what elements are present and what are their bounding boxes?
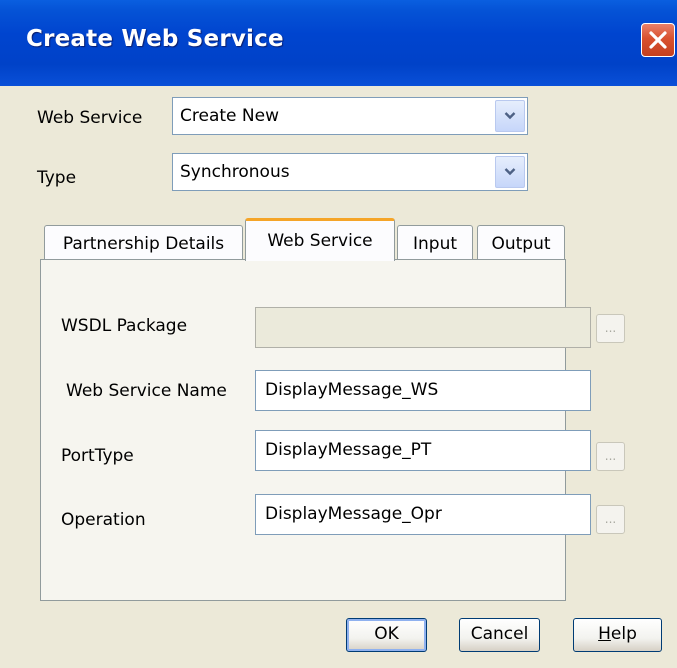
wsdl-package-label: WSDL Package xyxy=(61,316,188,336)
web-service-name-field[interactable]: DisplayMessage_WS xyxy=(255,370,591,411)
port-type-browse-button: ... xyxy=(596,442,625,471)
ok-button[interactable]: OK xyxy=(346,618,427,652)
operation-browse-button: ... xyxy=(596,505,625,534)
port-type-label: PortType xyxy=(61,446,134,466)
port-type-value: DisplayMessage_PT xyxy=(265,440,432,460)
operation-value: DisplayMessage_Opr xyxy=(265,504,442,524)
title-bar[interactable]: Create Web Service xyxy=(0,0,677,86)
chevron-down-icon xyxy=(504,112,516,120)
help-mnemonic: H xyxy=(598,624,611,644)
type-select[interactable]: Synchronous xyxy=(172,153,528,191)
web-service-select-value: Create New xyxy=(180,106,279,126)
operation-label: Operation xyxy=(61,510,146,530)
help-label-rest: elp xyxy=(610,624,637,644)
window-title: Create Web Service xyxy=(26,26,284,52)
tab-web-service[interactable]: Web Service xyxy=(245,218,395,261)
tab-input[interactable]: Input xyxy=(397,225,473,260)
cancel-button[interactable]: Cancel xyxy=(459,618,540,652)
wsdl-package-field xyxy=(255,307,591,348)
tab-label: Output xyxy=(491,234,551,254)
type-dropdown-button[interactable] xyxy=(495,156,525,188)
web-service-name-value: DisplayMessage_WS xyxy=(265,380,439,400)
close-icon xyxy=(649,31,667,49)
type-select-value: Synchronous xyxy=(180,162,290,182)
tab-label: Input xyxy=(412,234,458,254)
wsdl-package-browse-button: ... xyxy=(596,314,625,343)
web-service-select[interactable]: Create New xyxy=(172,97,528,135)
web-service-label: Web Service xyxy=(37,108,143,128)
web-service-dropdown-button[interactable] xyxy=(495,100,525,132)
close-button[interactable] xyxy=(641,23,675,57)
help-button[interactable]: Help xyxy=(573,618,662,652)
tab-label: Partnership Details xyxy=(62,234,225,254)
chevron-down-icon xyxy=(504,168,516,176)
operation-field[interactable]: DisplayMessage_Opr xyxy=(255,494,591,535)
type-label: Type xyxy=(37,168,77,188)
tab-label: Web Service xyxy=(267,231,373,251)
tab-output[interactable]: Output xyxy=(477,225,565,260)
create-web-service-dialog: Create Web Service Web Service Create Ne… xyxy=(0,0,677,668)
web-service-name-label: Web Service Name xyxy=(66,381,227,401)
port-type-field[interactable]: DisplayMessage_PT xyxy=(255,430,591,471)
tab-partnership-details[interactable]: Partnership Details xyxy=(44,225,243,260)
